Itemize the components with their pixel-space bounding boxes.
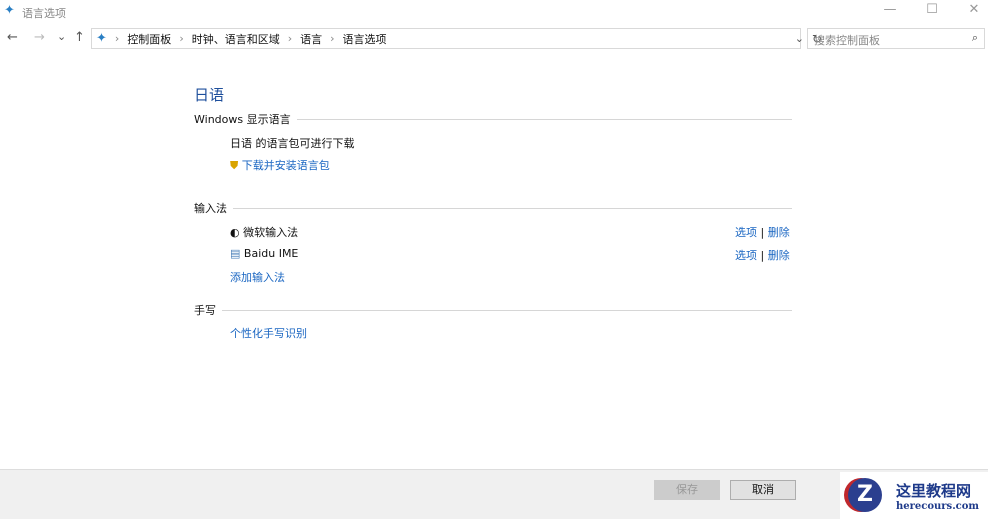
recent-locations-button[interactable]: ⌄ xyxy=(57,30,66,48)
input-method-row: ▤ Baidu IME xyxy=(230,247,298,260)
forward-button[interactable]: → xyxy=(34,30,45,48)
section-heading: 输入法 xyxy=(194,202,227,215)
address-bar[interactable]: ✦ › 控制面板 › 时钟、语言和区域 › 语言 › 语言选项 ⌄ ↻ xyxy=(91,28,822,49)
save-button[interactable]: 保存 xyxy=(654,480,720,500)
input-method-section: 输入法 xyxy=(194,200,792,216)
remove-link[interactable]: 删除 xyxy=(768,226,790,239)
title-bar: ✦ 语言选项 — ☐ ✕ xyxy=(0,0,988,26)
options-link[interactable]: 选项 xyxy=(735,226,757,239)
logo-mark: Z xyxy=(848,478,882,512)
input-method-name: 微软输入法 xyxy=(243,226,299,239)
options-link[interactable]: 选项 xyxy=(735,249,757,262)
download-language-pack-link[interactable]: ⛊ 下载并安装语言包 xyxy=(230,157,330,173)
pack-status: 日语 的语言包可进行下载 xyxy=(230,137,355,150)
divider xyxy=(296,118,792,120)
baidu-ime-icon: ▤ xyxy=(230,247,241,260)
breadcrumb-item[interactable]: 语言 xyxy=(300,31,322,47)
breadcrumb-item[interactable]: 语言选项 xyxy=(343,31,387,47)
divider xyxy=(222,309,792,311)
up-button[interactable]: ↑ xyxy=(74,30,85,48)
add-input-method-link[interactable]: 添加输入法 xyxy=(230,269,285,285)
close-button[interactable]: ✕ xyxy=(956,2,988,17)
minimize-button[interactable]: — xyxy=(872,2,908,17)
section-heading: 手写 xyxy=(194,304,216,317)
back-button[interactable]: ← xyxy=(7,30,18,48)
display-language-section: Windows 显示语言 xyxy=(194,111,792,127)
page-title: 日语 xyxy=(194,86,225,104)
input-method-actions: 选项 | 删除 xyxy=(735,249,790,262)
search-placeholder: 搜索控制面板 xyxy=(814,34,880,47)
watermark-title: 这里教程网 xyxy=(896,482,972,500)
chevron-right-icon: › xyxy=(114,32,120,45)
watermark-url: herecours.com xyxy=(896,501,980,512)
control-panel-icon: ✦ xyxy=(96,31,107,46)
input-method-row: ◐ 微软输入法 xyxy=(230,224,298,240)
chevron-down-icon[interactable]: ⌄ xyxy=(795,32,804,45)
maximize-button[interactable]: ☐ xyxy=(914,2,950,17)
input-method-actions: 选项 | 删除 xyxy=(735,226,790,239)
cancel-button[interactable]: 取消 xyxy=(730,480,796,500)
microsoft-ime-icon: ◐ xyxy=(230,226,240,239)
section-heading: Windows 显示语言 xyxy=(194,113,291,126)
divider xyxy=(233,207,792,209)
personalize-handwriting-link[interactable]: 个性化手写识别 xyxy=(230,325,307,341)
remove-link[interactable]: 删除 xyxy=(768,249,790,262)
shield-icon: ⛊ xyxy=(230,159,239,172)
chevron-right-icon: › xyxy=(330,32,335,45)
input-method-name: Baidu IME xyxy=(243,247,299,260)
handwriting-section: 手写 xyxy=(194,302,792,318)
search-input[interactable]: 搜索控制面板 ⌕ xyxy=(807,28,985,49)
breadcrumb-item[interactable]: 时钟、语言和区域 xyxy=(192,31,280,47)
chevron-right-icon: › xyxy=(179,32,184,45)
watermark-logo: Z 这里教程网 herecours.com xyxy=(840,472,988,519)
search-icon: ⌕ xyxy=(971,31,978,44)
chevron-right-icon: › xyxy=(287,32,293,45)
download-link-label[interactable]: 下载并安装语言包 xyxy=(242,159,330,172)
window-title: 语言选项 xyxy=(22,7,66,20)
breadcrumb-item[interactable]: 控制面板 xyxy=(127,31,171,47)
control-panel-icon: ✦ xyxy=(4,3,15,18)
